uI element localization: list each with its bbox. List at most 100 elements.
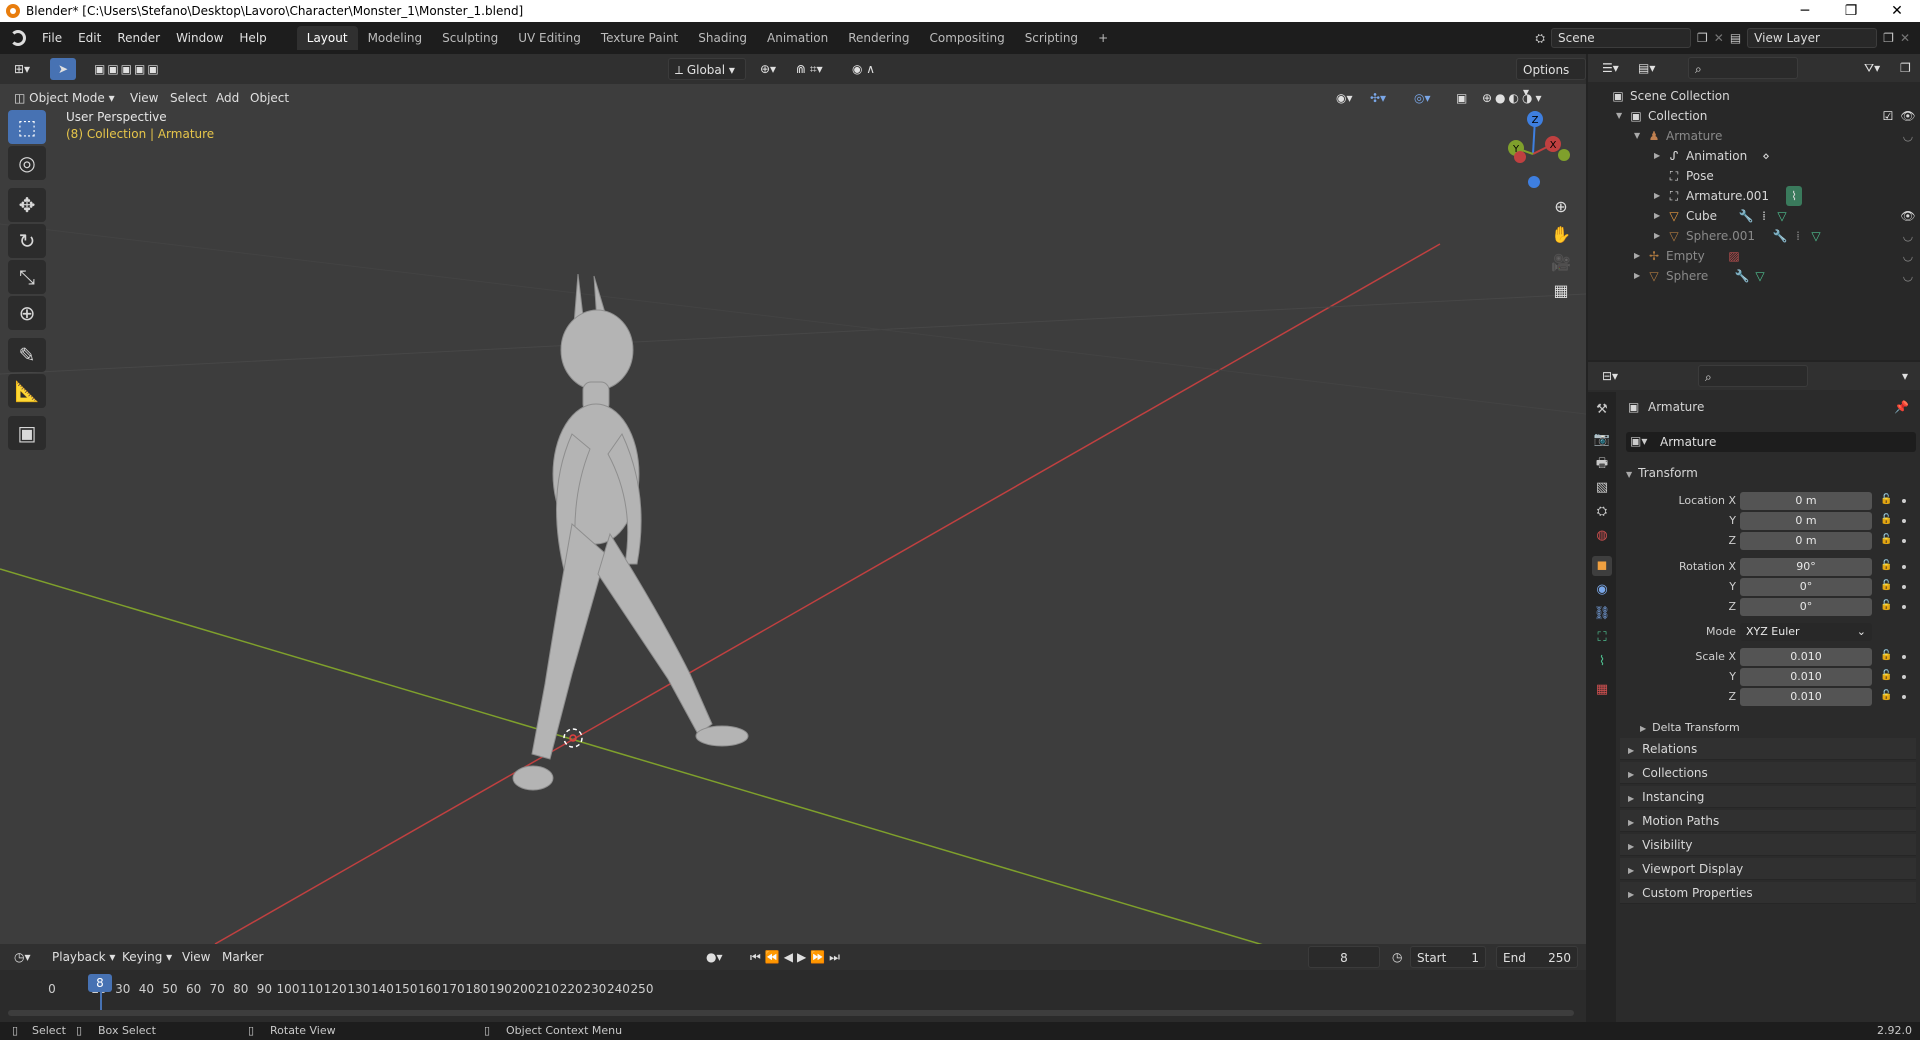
motion-paths-panel[interactable]: ▶ Motion Paths (1620, 810, 1916, 832)
3d-viewport[interactable]: ⊞▾ ➤ ▣▣▣▣▣ ⟂ Global ▾ ⊕▾ ⋒ ⌗▾ ◉ ∧ Option… (0, 54, 1586, 944)
keyframe-dot-icon[interactable] (1902, 585, 1906, 589)
delete-view-layer-icon[interactable]: ✕ (1900, 31, 1910, 45)
annotate-tool-icon[interactable]: ✎ (8, 338, 46, 372)
scale-z-field[interactable]: 0.010 (1740, 688, 1872, 706)
properties-editor-type-icon[interactable]: ⊟▾ (1596, 365, 1624, 387)
hidden-icon[interactable]: ◡ (1900, 266, 1916, 286)
lock-icon[interactable]: 🔓 (1880, 560, 1892, 571)
new-view-layer-icon[interactable]: ❐ (1883, 31, 1894, 45)
hidden-icon[interactable]: ◡ (1900, 246, 1916, 266)
display-mode-icon[interactable]: ▤▾ (1632, 57, 1661, 79)
eye-icon[interactable]: 👁 (1900, 106, 1916, 126)
world-tab-icon[interactable]: ◍ (1592, 526, 1612, 546)
timeline-editor-type-icon[interactable]: ◷▾ (8, 946, 37, 968)
scene-selector[interactable]: Scene (1551, 28, 1691, 48)
new-collection-icon[interactable]: ❐ (1894, 57, 1917, 79)
tab-compositing[interactable]: Compositing (919, 26, 1014, 50)
view-layer-icon[interactable]: ▤ (1730, 31, 1741, 45)
add-workspace-button[interactable]: + (1088, 26, 1118, 50)
lock-icon[interactable]: 🔓 (1880, 514, 1892, 525)
pan-hand-icon[interactable]: ✋ (1548, 222, 1574, 248)
tab-modeling[interactable]: Modeling (358, 26, 433, 50)
end-frame-field[interactable]: End 250 (1496, 946, 1578, 968)
transform-tool-icon[interactable]: ⊕ (8, 296, 46, 330)
zoom-icon[interactable]: ⊕ (1548, 194, 1574, 220)
keyframe-dot-icon[interactable] (1902, 605, 1906, 609)
tab-sculpting[interactable]: Sculpting (432, 26, 508, 50)
current-frame-field[interactable]: 8 (1308, 946, 1380, 968)
tab-shading[interactable]: Shading (688, 26, 757, 50)
keyframe-dot-icon[interactable] (1902, 695, 1906, 699)
tab-animation[interactable]: Animation (757, 26, 838, 50)
location-z-field[interactable]: 0 m (1740, 532, 1872, 550)
outliner-row-sphere[interactable]: ▶ ▽ Sphere 🔧 ▽ ◡ (1588, 266, 1920, 286)
lock-icon[interactable]: 🔓 (1880, 580, 1892, 591)
outliner-row-sphere-001[interactable]: ▶ ▽ Sphere.001 🔧 ⁞ ▽ ◡ (1588, 226, 1920, 246)
outliner-row-collection[interactable]: ▼ ▣ Collection ☑ 👁 (1588, 106, 1920, 126)
menu-marker[interactable]: Marker (216, 946, 269, 968)
timeline-editor[interactable]: ◷▾ Playback ▾ Keying ▾ View Marker ●▾ ⏮⏪… (0, 944, 1586, 1022)
properties-options-icon[interactable]: ▾ (1896, 365, 1914, 387)
playback-controls[interactable]: ⏮⏪◀▶⏩⏭ (744, 946, 850, 968)
object-data-tab-icon[interactable]: ⛶ (1592, 628, 1612, 648)
bone-tab-icon[interactable]: ⌇ (1592, 652, 1612, 672)
keyframe-dot-icon[interactable] (1902, 519, 1906, 523)
select-box-tool-icon[interactable]: ⬚ (8, 110, 46, 144)
hidden-icon[interactable]: ◡ (1900, 226, 1916, 246)
blender-menu-icon[interactable] (10, 30, 26, 46)
outliner[interactable]: ☰▾ ▤▾ ⌕ ⛛▾ ❐ ▣ Scene Collection ▼ ▣ Coll… (1588, 54, 1920, 360)
expand-icon[interactable]: ▶ (1654, 186, 1660, 206)
move-tool-icon[interactable]: ✥ (8, 188, 46, 222)
object-tab-icon[interactable]: ◼ (1592, 556, 1612, 576)
texture-tab-icon[interactable]: ▦ (1592, 680, 1612, 700)
output-tab-icon[interactable]: 🖶 (1592, 454, 1612, 474)
lock-icon[interactable]: 🔓 (1880, 650, 1892, 661)
custom-properties-panel[interactable]: ▶ Custom Properties (1620, 882, 1916, 904)
rotation-mode-dropdown[interactable]: XYZ Euler ⌄ (1740, 623, 1872, 641)
physics-tab-icon[interactable]: ◉ (1592, 580, 1612, 600)
menu-help[interactable]: Help (231, 26, 274, 50)
eye-icon[interactable]: 👁 (1900, 206, 1916, 226)
auto-keying-icon[interactable]: ●▾ (700, 946, 729, 968)
outliner-search-input[interactable]: ⌕ (1688, 57, 1798, 79)
lock-icon[interactable]: 🔓 (1880, 690, 1892, 701)
measure-tool-icon[interactable]: 📐 (8, 374, 46, 408)
rotation-x-field[interactable]: 90° (1740, 558, 1872, 576)
timeline-scrollbar[interactable] (8, 1010, 1574, 1016)
close-button[interactable]: ✕ (1874, 0, 1920, 22)
scale-y-field[interactable]: 0.010 (1740, 668, 1872, 686)
tab-texture-paint[interactable]: Texture Paint (591, 26, 688, 50)
expand-icon[interactable]: ▶ (1654, 206, 1660, 226)
outliner-row-armature-001[interactable]: ▶ ⛶ Armature.001 ⌇ (1588, 186, 1920, 206)
tool-tab-icon[interactable]: ⚒ (1592, 400, 1612, 420)
expand-icon[interactable]: ▶ (1634, 266, 1640, 286)
keyframe-dot-icon[interactable] (1902, 539, 1906, 543)
menu-keying[interactable]: Keying ▾ (116, 946, 178, 968)
scene-tab-icon[interactable]: ⛭ (1592, 502, 1612, 522)
view-layer-tab-icon[interactable]: ▧ (1592, 478, 1612, 498)
tab-uv-editing[interactable]: UV Editing (508, 26, 591, 50)
properties-editor[interactable]: ⊟▾ ⌕ ▾ ⚒ 📷 🖶 ▧ ⛭ ◍ ◼ ◉ ⛓ ⛶ ⌇ ▦ ▣ Armatur… (1588, 362, 1920, 1022)
outliner-row-pose[interactable]: ⛶ Pose (1588, 166, 1920, 186)
rotate-tool-icon[interactable]: ↻ (8, 224, 46, 258)
new-scene-icon[interactable]: ❐ (1697, 31, 1708, 45)
properties-search-input[interactable]: ⌕ (1698, 365, 1808, 387)
checkbox-icon[interactable]: ☑ (1880, 106, 1896, 126)
tab-layout[interactable]: Layout (296, 26, 358, 50)
minimize-button[interactable]: ─ (1782, 0, 1828, 22)
expand-icon[interactable]: ▶ (1654, 146, 1660, 166)
instancing-panel[interactable]: ▶ Instancing (1620, 786, 1916, 808)
delete-scene-icon[interactable]: ✕ (1714, 31, 1724, 45)
maximize-button[interactable]: ❐ (1828, 0, 1874, 22)
expand-icon[interactable]: ▶ (1634, 246, 1640, 266)
cursor-tool-icon[interactable]: ◎ (8, 146, 46, 180)
menu-window[interactable]: Window (168, 26, 231, 50)
preview-range-icon[interactable]: ◷ (1386, 946, 1408, 968)
tab-scripting[interactable]: Scripting (1015, 26, 1088, 50)
ortho-toggle-icon[interactable]: ▦ (1548, 278, 1574, 304)
constraints-tab-icon[interactable]: ⛓ (1592, 604, 1612, 624)
scene-icon[interactable]: ⛭ (1535, 31, 1545, 46)
keyframe-dot-icon[interactable] (1902, 499, 1906, 503)
menu-timeline-view[interactable]: View (176, 946, 216, 968)
pin-icon[interactable]: 📌 (1894, 400, 1909, 414)
